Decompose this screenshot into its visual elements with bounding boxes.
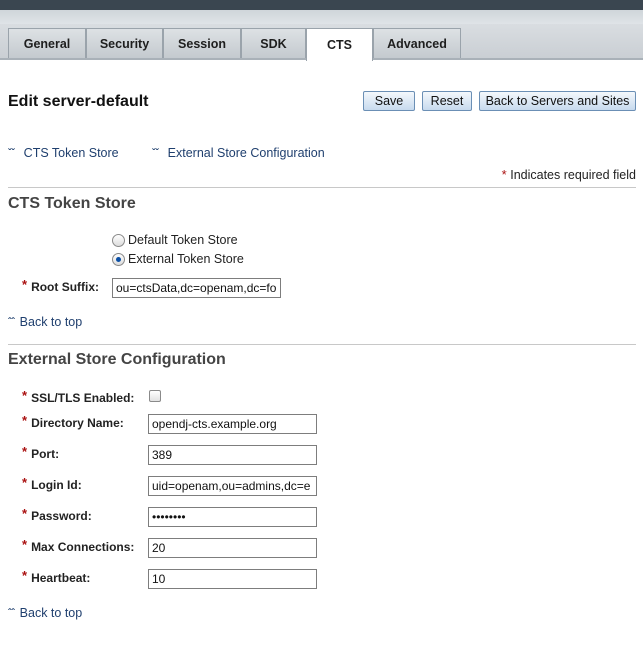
- radio-button-selected[interactable]: [112, 252, 125, 266]
- page-title: Edit server-default: [8, 93, 149, 110]
- heartbeat-input[interactable]: 10: [148, 569, 317, 589]
- required-asterisk: *: [501, 167, 507, 182]
- jump-link-label: External Store Configuration: [167, 146, 325, 160]
- back-to-top-label: Back to top: [19, 315, 83, 329]
- directory-name-label: * Directory Name:: [22, 413, 124, 430]
- root-suffix-label: * Root Suffix:: [22, 277, 100, 294]
- label-text: Heartbeat:: [31, 570, 91, 585]
- directory-name-input[interactable]: opendj-cts.example.org: [148, 414, 317, 434]
- heartbeat-label: * Heartbeat:: [22, 568, 91, 585]
- required-asterisk: *: [22, 413, 28, 428]
- save-button[interactable]: Save: [363, 91, 415, 111]
- back-to-top-link[interactable]: ˆˆ Back to top: [8, 606, 82, 620]
- tab-cts[interactable]: CTS: [306, 28, 373, 61]
- required-asterisk: *: [22, 506, 28, 521]
- ssl-tls-label: * SSL/TLS Enabled:: [22, 388, 135, 405]
- required-field-note: * Indicates required field: [502, 167, 636, 182]
- double-chevron-down-icon: ˇˇ: [152, 147, 159, 159]
- double-chevron-up-icon: ˆˆ: [8, 607, 15, 619]
- double-chevron-down-icon: ˇˇ: [8, 147, 15, 159]
- back-to-top-link[interactable]: ˆˆ Back to top: [8, 315, 82, 329]
- label-text: Login Id:: [31, 477, 82, 492]
- password-label: * Password:: [22, 506, 92, 523]
- label-text: Directory Name:: [31, 415, 124, 430]
- section-heading-external-store: External Store Configuration: [8, 351, 226, 368]
- label-text: SSL/TLS Enabled:: [31, 390, 135, 405]
- password-input[interactable]: ••••••••: [148, 507, 317, 527]
- divider: [8, 187, 636, 188]
- top-bar: [0, 0, 643, 24]
- label-text: Max Connections:: [31, 539, 135, 554]
- required-asterisk: *: [22, 388, 28, 403]
- double-chevron-up-icon: ˆˆ: [8, 316, 15, 328]
- required-asterisk: *: [22, 277, 28, 292]
- ssl-tls-checkbox[interactable]: [149, 390, 161, 402]
- label-text: Port:: [31, 446, 60, 461]
- required-note-text: Indicates required field: [510, 168, 636, 182]
- tab-session[interactable]: Session: [163, 28, 241, 59]
- tab-sdk[interactable]: SDK: [241, 28, 306, 59]
- port-input[interactable]: 389: [148, 445, 317, 465]
- jump-link-cts-token-store[interactable]: ˇˇ CTS Token Store: [8, 146, 119, 160]
- root-suffix-input[interactable]: ou=ctsData,dc=openam,dc=fo: [112, 278, 281, 298]
- tab-advanced[interactable]: Advanced: [373, 28, 461, 59]
- jump-link-label: CTS Token Store: [23, 146, 119, 160]
- required-asterisk: *: [22, 444, 28, 459]
- back-to-servers-button[interactable]: Back to Servers and Sites: [479, 91, 636, 111]
- max-connections-label: * Max Connections:: [22, 537, 135, 554]
- required-asterisk: *: [22, 475, 28, 490]
- reset-button[interactable]: Reset: [422, 91, 472, 111]
- max-connections-input[interactable]: 20: [148, 538, 317, 558]
- tab-security[interactable]: Security: [86, 28, 163, 59]
- required-asterisk: *: [22, 537, 28, 552]
- login-id-input[interactable]: uid=openam,ou=admins,dc=e: [148, 476, 317, 496]
- radio-default-token-store[interactable]: Default Token Store: [112, 233, 238, 247]
- radio-label: External Token Store: [128, 252, 244, 266]
- jump-link-external-store-config[interactable]: ˇˇ External Store Configuration: [152, 146, 325, 160]
- tab-strip: General Security Session SDK CTS Advance…: [0, 24, 643, 61]
- port-label: * Port:: [22, 444, 60, 461]
- login-id-label: * Login Id:: [22, 475, 82, 492]
- section-heading-cts-token-store: CTS Token Store: [8, 195, 136, 212]
- label-text: Password:: [31, 508, 92, 523]
- required-asterisk: *: [22, 568, 28, 583]
- tab-general[interactable]: General: [8, 28, 86, 59]
- label-text: Root Suffix:: [31, 279, 100, 294]
- radio-button[interactable]: [112, 233, 125, 247]
- divider: [8, 344, 636, 345]
- back-to-top-label: Back to top: [19, 606, 83, 620]
- radio-external-token-store[interactable]: External Token Store: [112, 252, 244, 266]
- radio-label: Default Token Store: [128, 233, 238, 247]
